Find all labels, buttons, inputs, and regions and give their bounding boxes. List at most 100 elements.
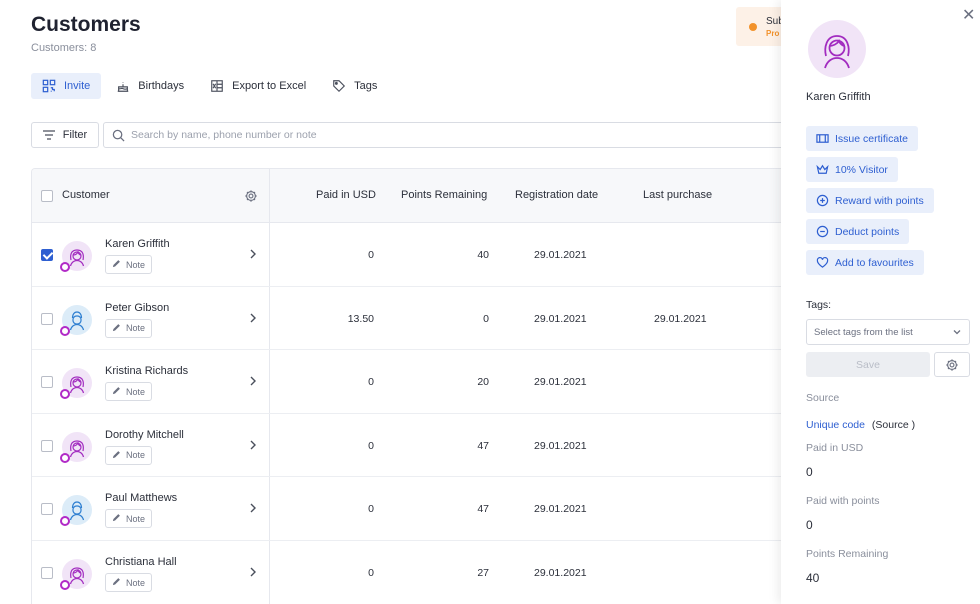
paid-points-value: 0	[806, 518, 813, 532]
row-checkbox[interactable]	[41, 249, 53, 261]
pencil-icon	[112, 577, 121, 588]
tags-button[interactable]: Tags	[321, 73, 388, 99]
registration-cell: 29.01.2021	[534, 249, 587, 261]
qr-code-icon	[42, 79, 56, 93]
chevron-right-icon[interactable]	[249, 440, 257, 450]
points-cell: 20	[477, 376, 489, 389]
customer-name: Karen Griffith	[806, 91, 871, 103]
column-settings-gear-icon[interactable]	[244, 189, 258, 203]
customer-avatar	[60, 241, 92, 272]
row-checkbox[interactable]	[41, 567, 53, 579]
source-value: (Source )	[871, 419, 916, 431]
close-icon[interactable]: ✕	[962, 8, 975, 24]
search-input[interactable]	[131, 129, 731, 141]
source-link[interactable]: Unique code	[806, 419, 865, 431]
column-last-purchase[interactable]: Last purchase	[643, 189, 712, 201]
invite-label: Invite	[64, 80, 91, 92]
tags-select[interactable]: Select tags from the list	[806, 319, 970, 345]
chevron-right-icon[interactable]	[249, 567, 257, 577]
registration-cell: 29.01.2021	[534, 567, 587, 579]
table-row[interactable]: Dorothy Mitchell Note 0 47 29.01.2021	[32, 414, 790, 478]
customer-avatar	[60, 304, 92, 336]
birthdays-label: Birthdays	[138, 80, 185, 92]
customer-avatar	[808, 20, 866, 78]
birthdays-button[interactable]: Birthdays	[105, 73, 195, 99]
female-avatar-icon	[824, 35, 850, 69]
column-registration[interactable]: Registration date	[515, 189, 598, 201]
table-row[interactable]: Kristina Richards Note 0 20 29.01.2021	[32, 350, 790, 414]
issue-certificate-label: Issue certificate	[835, 132, 908, 145]
customer-avatar	[60, 495, 92, 527]
visitor-level-button[interactable]: 10% Visitor	[806, 157, 898, 182]
select-all-checkbox[interactable]	[41, 190, 53, 202]
excel-icon	[211, 80, 223, 92]
table-header: Customer Paid in USD Points Remaining Re…	[32, 169, 790, 223]
status-badge	[60, 325, 70, 336]
customer-name[interactable]: Dorothy Mitchell	[105, 429, 184, 441]
row-checkbox[interactable]	[41, 439, 53, 452]
reward-points-button[interactable]: Reward with points	[806, 188, 934, 213]
points-cell: 47	[477, 439, 489, 452]
customer-name[interactable]: Christiana Hall	[105, 556, 177, 568]
tags-label: Tags	[354, 80, 378, 92]
table-row[interactable]: Christiana Hall Note 0 27 29.01.2021	[32, 541, 790, 604]
registration-cell: 29.01.2021	[534, 503, 587, 516]
pencil-icon	[112, 386, 121, 397]
tags-heading: Tags:	[806, 299, 832, 311]
customer-name[interactable]: Karen Griffith	[105, 238, 170, 250]
export-excel-label: Export to Excel	[232, 80, 307, 92]
row-checkbox[interactable]	[41, 312, 53, 325]
table-row[interactable]: Karen Griffith Note 0 40 29.01.2021	[32, 223, 790, 287]
source-heading: Source	[806, 392, 840, 404]
pencil-icon	[112, 259, 121, 270]
customers-table: Customer Paid in USD Points Remaining Re…	[31, 168, 791, 604]
certificate-icon	[816, 134, 829, 143]
registration-cell: 29.01.2021	[534, 312, 587, 325]
status-badge	[60, 452, 70, 463]
chevron-right-icon[interactable]	[249, 313, 257, 323]
column-customer: Customer	[62, 189, 110, 201]
chevron-right-icon[interactable]	[249, 249, 257, 259]
row-checkbox[interactable]	[41, 376, 53, 389]
add-favourites-button[interactable]: Add to favourites	[806, 250, 924, 275]
customer-name[interactable]: Kristina Richards	[105, 365, 188, 377]
export-excel-button[interactable]: Export to Excel	[199, 73, 317, 99]
paid-cell: 0	[368, 567, 374, 579]
paid-heading: Paid in USD	[806, 442, 864, 454]
customer-count: Customers: 8	[31, 42, 97, 54]
note-button[interactable]: Note	[105, 445, 153, 465]
filter-button[interactable]: Filter	[31, 122, 99, 148]
note-button[interactable]: Note	[105, 573, 153, 592]
column-paid[interactable]: Paid in USD	[316, 189, 376, 201]
reward-points-label: Reward with points	[835, 194, 924, 207]
tag-settings-button[interactable]	[934, 352, 970, 377]
note-button[interactable]: Note	[105, 382, 153, 402]
paid-points-heading: Paid with points	[806, 495, 880, 507]
deduct-points-button[interactable]: Deduct points	[806, 219, 910, 244]
table-row[interactable]: Paul Matthews Note 0 47 29.01.2021	[32, 477, 790, 541]
heart-icon	[816, 256, 829, 268]
table-row[interactable]: Peter Gibson Note 13.50 0 29.01.2021 29.01.20…	[32, 287, 790, 351]
points-remaining-value: 40	[806, 571, 820, 585]
customer-avatar	[60, 559, 92, 590]
invite-button[interactable]: Invite	[31, 73, 102, 99]
minus-circle-icon	[816, 225, 829, 238]
status-badge	[60, 262, 70, 272]
filter-label: Filter	[62, 129, 88, 141]
issue-certificate-button[interactable]: Issue certificate	[806, 126, 918, 151]
row-checkbox[interactable]	[41, 503, 53, 516]
chevron-right-icon[interactable]	[249, 376, 257, 386]
points-remaining-heading: Points Remaining	[806, 548, 889, 560]
note-button[interactable]: Note	[105, 255, 153, 274]
customer-name[interactable]: Paul Matthews	[105, 492, 177, 504]
save-button[interactable]: Save	[806, 352, 930, 377]
paid-cell: 0	[368, 376, 374, 389]
tags-select-placeholder: Select tags from the list	[814, 326, 913, 338]
note-button[interactable]: Note	[105, 318, 153, 338]
customer-name[interactable]: Peter Gibson	[105, 302, 169, 314]
column-points[interactable]: Points Remaining	[401, 189, 487, 201]
toolbar: Invite Birthdays Export to Excel Tags	[31, 73, 392, 99]
note-button[interactable]: Note	[105, 509, 153, 529]
registration-cell: 29.01.2021	[534, 439, 587, 452]
chevron-right-icon[interactable]	[249, 503, 257, 513]
